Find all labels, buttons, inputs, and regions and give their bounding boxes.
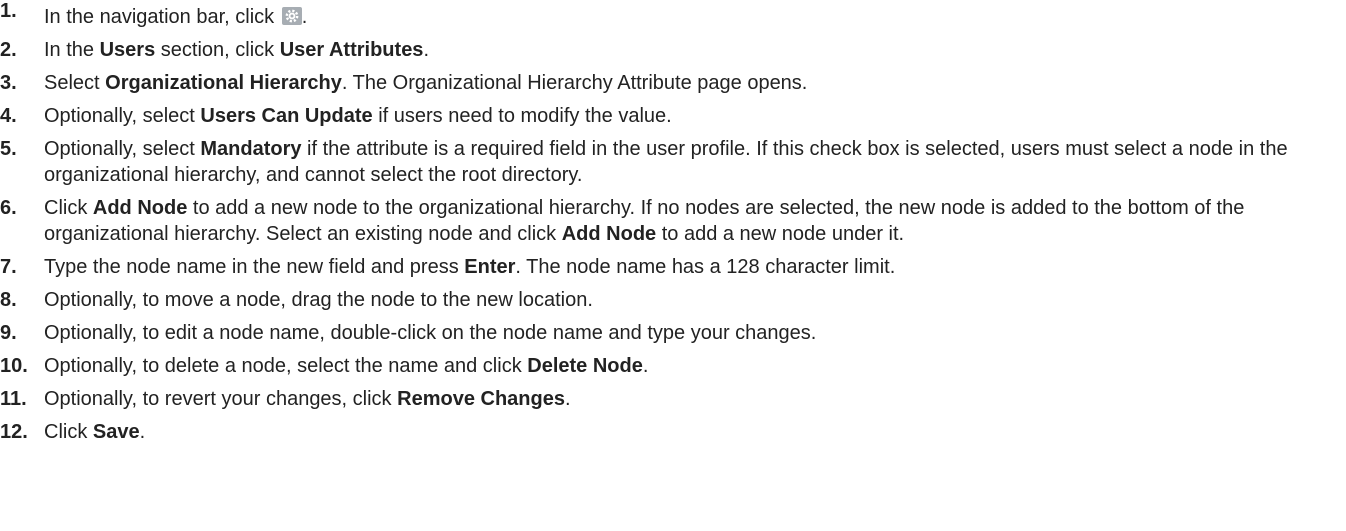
step-2: 2. In the Users section, click User Attri…: [0, 37, 1346, 63]
step-4: 4. Optionally, select Users Can Update if…: [0, 103, 1346, 129]
step-text: In the navigation bar, click .: [44, 4, 1346, 30]
step-text-segment: Optionally, to delete a node, select the…: [44, 355, 528, 377]
step-number: 1.: [0, 0, 17, 22]
step-emphasis: Enter: [464, 256, 516, 278]
step-text-segment: .: [423, 39, 429, 61]
step-text-segment: .: [301, 6, 308, 28]
step-emphasis: Save: [92, 421, 140, 443]
step-text: Click Save.: [44, 419, 1346, 445]
step-emphasis: Add Node: [92, 197, 188, 219]
step-12: 12. Click Save.: [0, 419, 1346, 445]
step-text: Optionally, select Mandatory if the attr…: [44, 136, 1346, 188]
step-number: 8.: [0, 289, 17, 311]
step-text-segment: Optionally, to revert your changes, clic…: [44, 388, 398, 410]
step-text-segment: Click: [44, 421, 93, 443]
step-text-segment: . The node name has a 128 character limi…: [515, 256, 896, 278]
step-5: 5. Optionally, select Mandatory if the at…: [0, 136, 1346, 188]
step-number: 5.: [0, 138, 17, 160]
step-text-segment: .: [564, 388, 571, 410]
step-8: 8. Optionally, to move a node, drag the n…: [0, 287, 1346, 313]
step-number: 4.: [0, 105, 17, 127]
step-7: 7. Type the node name in the new field an…: [0, 254, 1346, 280]
step-number: 9.: [0, 322, 17, 344]
step-text-segment: .: [642, 355, 649, 377]
step-emphasis: Mandatory: [200, 138, 302, 160]
step-1: 1. In the navigation bar, click .: [0, 0, 1346, 30]
instruction-steps: 1. In the navigation bar, click . 2. In the…: [0, 0, 1346, 452]
step-text: Optionally, to move a node, drag the nod…: [44, 287, 1346, 313]
step-3: 3. Select Organizational Hierarchy. The O…: [0, 70, 1346, 96]
step-text: Optionally, to revert your changes, clic…: [44, 386, 1346, 412]
step-9: 9. Optionally, to edit a node name, doubl…: [0, 320, 1346, 346]
step-text-segment: Optionally, to edit a node name, double-…: [44, 322, 817, 344]
step-text: Optionally, to edit a node name, double-…: [44, 320, 1346, 346]
step-emphasis: Delete Node: [527, 355, 643, 377]
step-number: 7.: [0, 256, 17, 278]
step-emphasis: User Attributes: [279, 39, 424, 61]
step-number: 2.: [0, 39, 17, 61]
step-emphasis: Users Can Update: [200, 105, 373, 127]
step-text-segment: Optionally, select: [44, 138, 201, 160]
step-text-segment: Click: [44, 197, 93, 219]
step-emphasis: Organizational Hierarchy: [105, 72, 342, 94]
step-text-segment: Optionally, to move a node, drag the nod…: [44, 289, 593, 311]
step-text-segment: In the navigation bar, click: [44, 6, 280, 28]
step-text-segment: section, click: [155, 39, 280, 61]
step-text-segment: .: [139, 421, 146, 443]
step-text: Select Organizational Hierarchy. The Org…: [44, 70, 1346, 96]
step-text-segment: if users need to modify the value.: [372, 105, 672, 127]
step-text-segment: Select: [44, 72, 106, 94]
step-text-segment: Optionally, select: [44, 105, 201, 127]
step-6: 6. Click Add Node to add a new node to th…: [0, 195, 1346, 247]
step-text-segment: to add a new node under it.: [656, 223, 905, 245]
step-emphasis: Add Node: [561, 223, 657, 245]
step-text-segment: . The Organizational Hierarchy Attribute…: [341, 72, 808, 94]
step-number: 10.: [0, 355, 28, 377]
step-text-segment: In the: [44, 39, 100, 61]
step-number: 11.: [0, 388, 27, 410]
step-text: Type the node name in the new field and …: [44, 254, 1346, 280]
step-number: 3.: [0, 72, 17, 94]
step-text: In the Users section, click User Attribu…: [44, 37, 1346, 63]
step-text: Optionally, select Users Can Update if u…: [44, 103, 1346, 129]
step-10: 10. Optionally, to delete a node, select …: [0, 353, 1346, 379]
step-text: Click Add Node to add a new node to the …: [44, 195, 1346, 247]
step-text-segment: Type the node name in the new field and …: [44, 256, 465, 278]
step-text: Optionally, to delete a node, select the…: [44, 353, 1346, 379]
gear-icon: [281, 6, 302, 25]
step-number: 12.: [0, 421, 28, 443]
step-emphasis: Remove Changes: [397, 388, 565, 410]
step-number: 6.: [0, 197, 17, 219]
step-emphasis: Users: [99, 39, 156, 61]
step-11: 11. Optionally, to revert your changes, c…: [0, 386, 1346, 412]
